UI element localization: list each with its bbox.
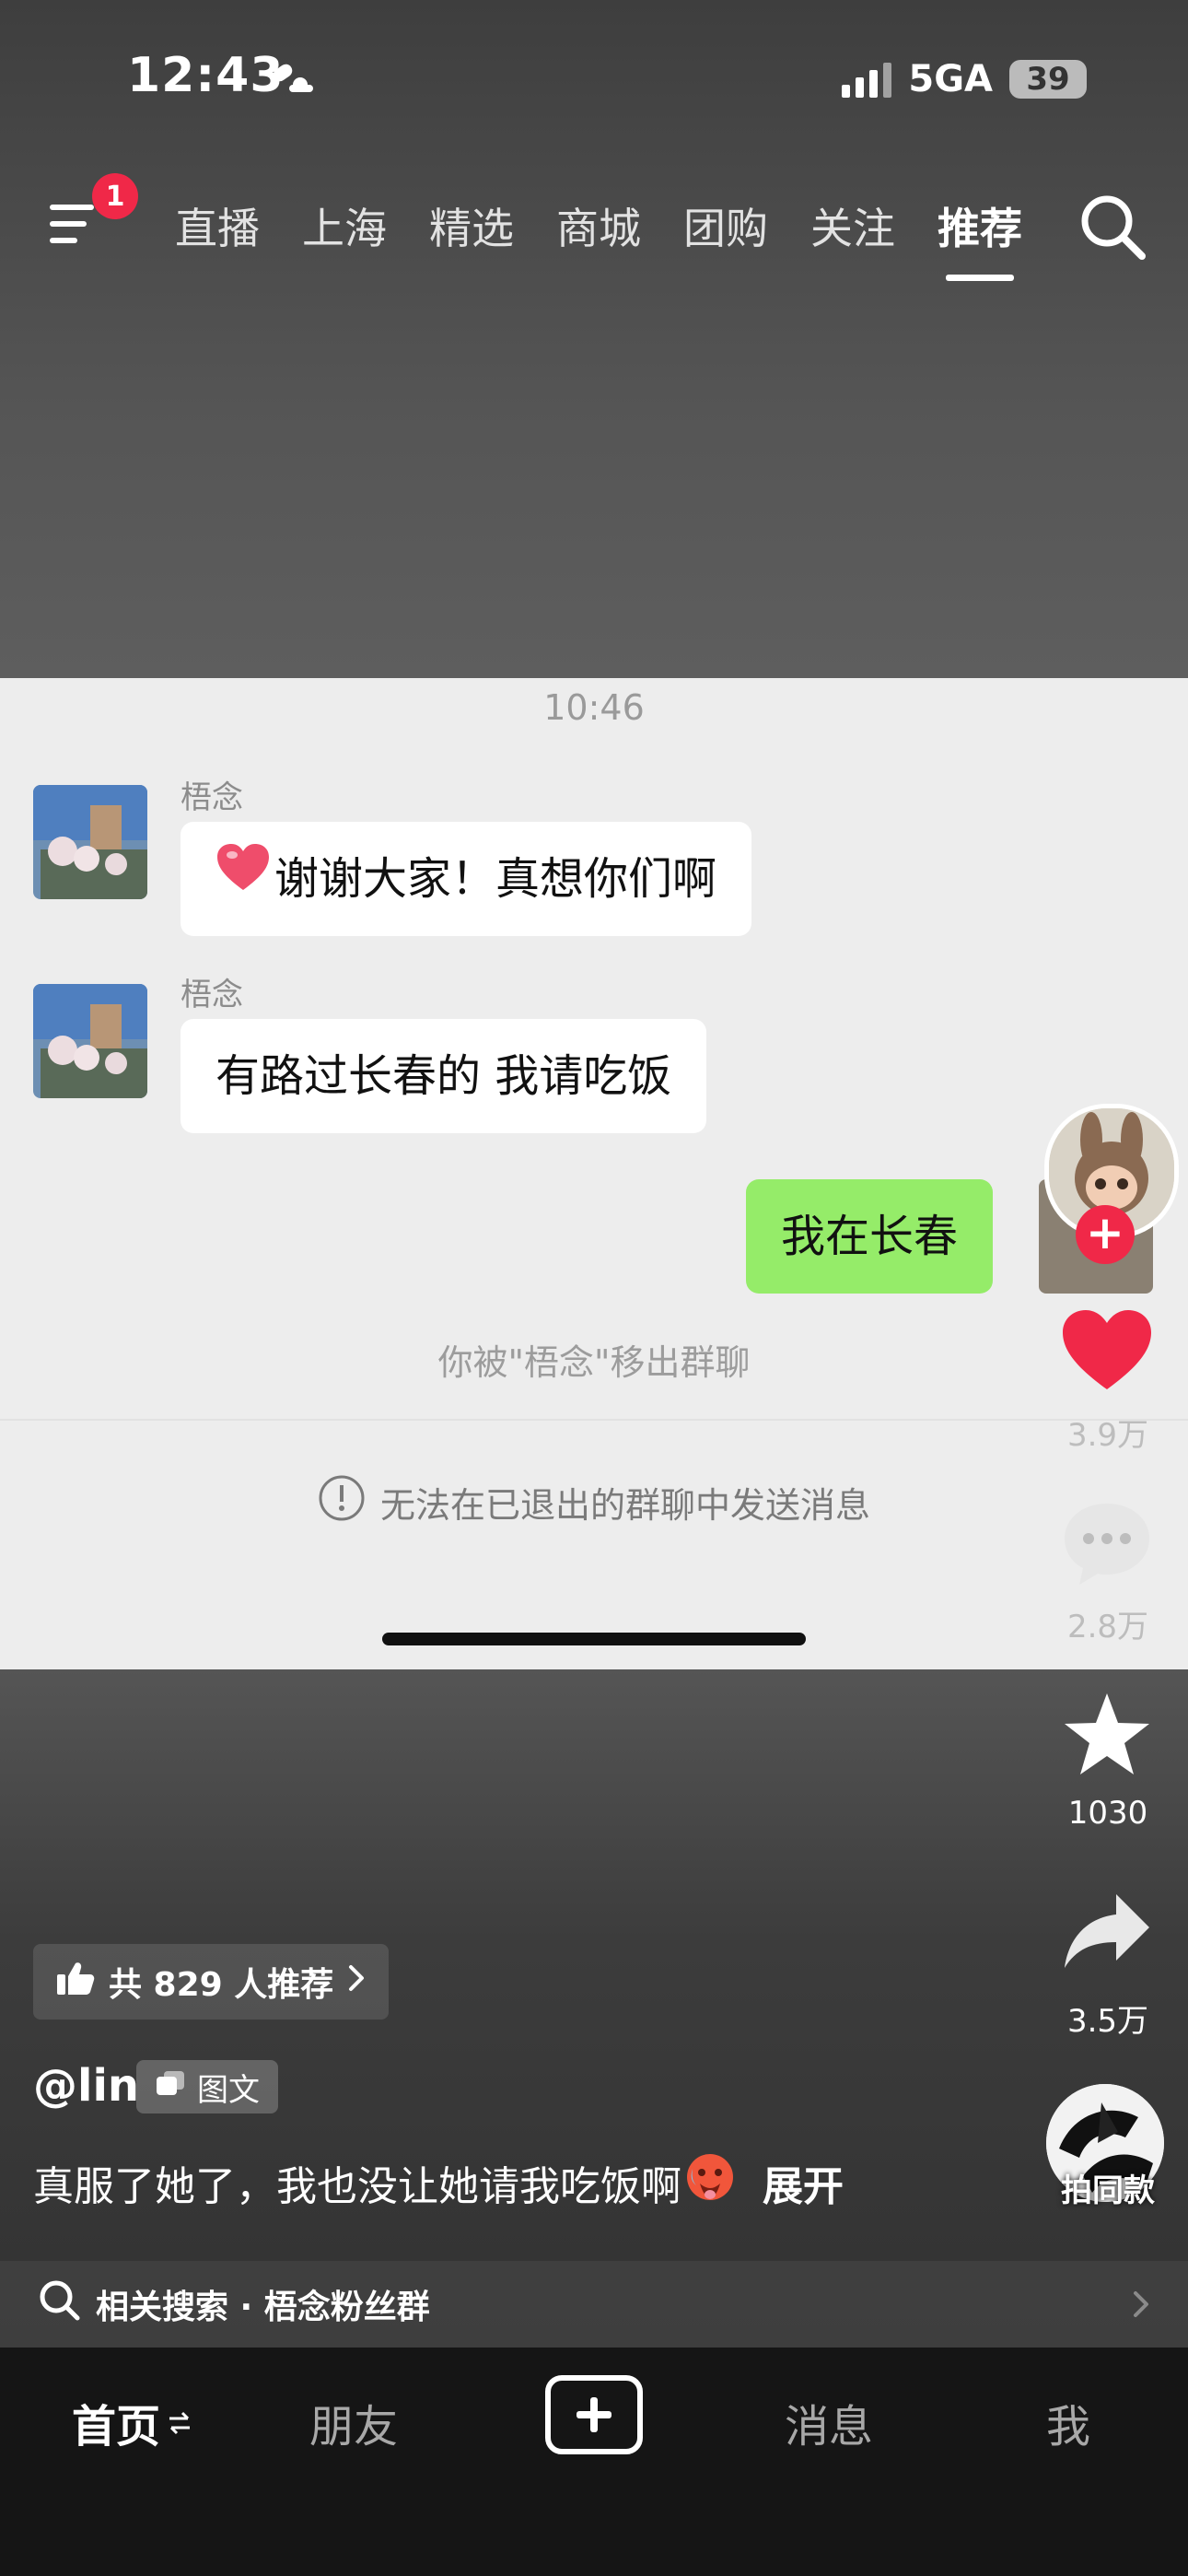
info-icon [318,1474,366,1530]
share-icon[interactable] [1061,1891,1153,1977]
nav-me[interactable]: 我 [1046,2390,1090,2454]
comment-count: 2.8万 [1066,1609,1149,1645]
chevron-right-icon [346,1962,367,2002]
favorite-star-icon[interactable] [1061,1690,1153,1782]
image-text-icon [155,2068,186,2105]
sender-name: 梧念 [181,977,243,1013]
chevron-right-icon [1131,2289,1151,2328]
divider [0,1419,1188,1421]
comment-icon[interactable] [1061,1500,1153,1592]
status-time: 12:43 [127,48,285,103]
tab-featured[interactable]: 精选 [429,195,514,256]
post-type-label: 图文 [197,2071,260,2109]
related-search-text: 相关搜索 · 梧念粉丝群 [96,2289,430,2326]
share-count: 3.5万 [1066,2003,1149,2040]
nav-home[interactable]: 首页 [72,2390,193,2454]
focus-mode-icon [269,61,317,101]
sender-avatar [33,984,147,1098]
tab-group-buy[interactable]: 团购 [683,195,768,256]
tab-following[interactable]: 关注 [810,195,895,256]
nav-messages[interactable]: 消息 [785,2390,873,2454]
nav-friends[interactable]: 朋友 [309,2390,398,2454]
notification-badge: 1 [92,173,138,219]
search-icon[interactable] [1077,192,1147,262]
author-name[interactable]: @lin [33,2060,139,2112]
like-count: 3.9万 [1066,1417,1149,1454]
like-icon[interactable] [1061,1308,1153,1397]
post-type-badge: 图文 [136,2060,278,2113]
same-style-label[interactable]: 拍同款 [1016,2165,1188,2210]
chat-bubble-text: 谢谢大家！真想你们啊 [274,853,717,905]
search-icon [39,2279,81,2330]
sender-name: 梧念 [181,779,243,816]
nav-home-label: 首页 [72,2401,161,2453]
sender-avatar [33,785,147,899]
active-tab-indicator [946,275,1014,281]
related-search-bar[interactable]: 相关搜索 · 梧念粉丝群 [0,2261,1188,2348]
caption-text: 真服了她了，我也没让她请我吃饭啊 [33,2162,681,2210]
system-removed-message: 你被"梧念"移出群聊 [437,1342,751,1383]
cellular-signal-icon [842,61,892,98]
tab-recommended[interactable]: 推荐 [938,195,1022,256]
favorite-count: 1030 [1067,1795,1148,1832]
plus-icon [577,2397,611,2432]
tab-shanghai[interactable]: 上海 [302,195,387,256]
create-post-button[interactable] [545,2375,643,2454]
chat-bubble: 有路过长春的 我请吃饭 [181,1019,707,1133]
hot-face-emoji-icon [685,2152,735,2212]
thumbs-up-icon [55,1960,96,2005]
recommend-text: 共 829 人推荐 [109,1966,334,2004]
chat-bubble-self: 我在长春 [746,1179,994,1294]
network-type: 5GA [908,58,993,100]
chat-bubble: 谢谢大家！真想你们啊 [181,822,752,936]
refresh-swap-icon [166,2396,193,2448]
caption[interactable]: 真服了她了，我也没让她请我吃饭啊 展开 [33,2152,844,2212]
battery-icon: 39 [1009,60,1087,99]
tab-mall[interactable]: 商城 [556,195,641,256]
recommend-pill[interactable]: 共 829 人推荐 [33,1944,390,2020]
tab-live[interactable]: 直播 [175,195,260,256]
home-indicator [382,1633,806,1645]
heart-emoji-icon [215,822,271,936]
cannot-send-message: 无法在已退出的群聊中发送消息 [379,1485,870,1526]
follow-button[interactable]: + [1076,1205,1135,1264]
expand-link[interactable]: 展开 [763,2153,844,2212]
chat-timestamp: 10:46 [543,687,645,728]
